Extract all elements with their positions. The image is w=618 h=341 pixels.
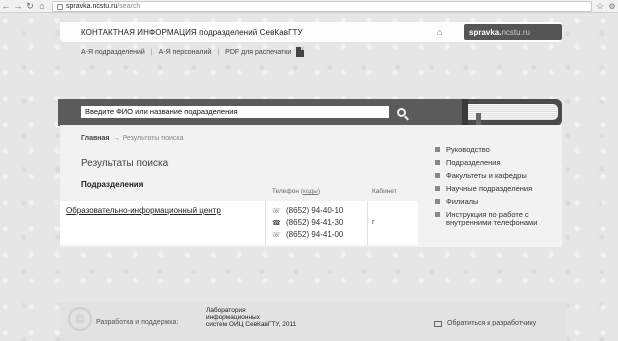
phone-column-header: Телефон (коды) (272, 188, 320, 195)
home-icon[interactable]: ⌂ (36, 0, 48, 12)
department-link[interactable]: Образовательно-информационный центр (66, 206, 221, 215)
address-bar[interactable]: spravka.ncstu.ru /search (52, 1, 592, 12)
breadcrumb-home[interactable]: Главная (81, 135, 109, 142)
sidebar-item-research[interactable]: Научные подразделения (435, 185, 565, 193)
phone-header-label: Телефон (272, 188, 299, 195)
phone-row: ☏ (8652) 94-40-10 (272, 206, 343, 215)
wrench-icon[interactable]: ⚙ (606, 0, 618, 13)
url-host: spravka.ncstu.ru (66, 3, 118, 10)
mail-icon (434, 320, 442, 327)
sidebar-item-faculties[interactable]: Факультеты и кафедры (435, 172, 565, 180)
book-spine (462, 99, 468, 126)
pdf-icon[interactable] (296, 47, 305, 57)
separator: | (217, 48, 220, 56)
phone-icon: ☏ (272, 231, 281, 239)
browser-toolbar: ← → ↻ ⌂ spravka.ncstu.ru /search ☆ ⚙ (0, 0, 618, 13)
phone-number: (8652) 94-40-10 (286, 206, 344, 215)
contact-label: Обратиться к разработчику (447, 320, 537, 327)
site-header: КОНТАКТНАЯ ИНФОРМАЦИЯ подразделений СевК… (60, 22, 562, 42)
phone-number: (8652) 94-41-00 (286, 230, 344, 239)
sidebar-item-phone-instructions[interactable]: Инструкция по работе с внутренними телеф… (435, 211, 565, 227)
phone-row: ☏ (8652) 94-41-00 (272, 230, 343, 239)
section-title: Подразделения (81, 180, 144, 189)
sidebar-item-branches[interactable]: Филиалы (435, 198, 565, 206)
back-icon[interactable]: ← (0, 0, 12, 12)
codes-link[interactable]: коды (303, 188, 318, 195)
phone-row: ☎ (8652) 94-41-30 (272, 218, 343, 227)
link-a-z-persons[interactable]: А-Я персоналий (159, 49, 212, 56)
link-a-z-departments[interactable]: А-Я подразделений (81, 49, 145, 56)
cabinet-value: г (372, 219, 375, 226)
copyright-icon: © (68, 307, 92, 331)
column-divider (367, 201, 368, 245)
site-title: КОНТАКТНАЯ ИНФОРМАЦИЯ подразделений СевК… (81, 28, 303, 37)
separator: | (150, 48, 153, 56)
sidebar-item-departments[interactable]: Подразделения (435, 159, 565, 167)
logo-end: ru (522, 27, 530, 37)
home-link-icon[interactable]: ⌂ (437, 27, 447, 37)
page-icon (57, 3, 63, 10)
sidebar-item-leadership[interactable]: Руководство (435, 146, 565, 154)
header-links: А-Я подразделений | А-Я персоналий | PDF… (81, 47, 305, 57)
search-icon (396, 107, 406, 117)
phone-number: (8652) 94-41-30 (286, 218, 344, 227)
star-icon[interactable]: ☆ (594, 0, 606, 13)
lab-line-1: Лаборатория (206, 307, 246, 314)
column-divider (265, 201, 266, 245)
lab-line-2: информационных (206, 314, 260, 321)
forward-icon[interactable]: → (12, 0, 24, 12)
footer-dev-label: Разработка и поддержка: (96, 319, 179, 326)
cabinet-column-header: Кабинет (372, 188, 397, 195)
reload-icon[interactable]: ↻ (24, 0, 36, 12)
site-logo[interactable]: spravka. ncstu. ru (464, 24, 562, 40)
page-title: Результаты поиска (81, 158, 169, 169)
lab-line-3: систем ОИЦ СевКавГТУ, 2011 (206, 321, 297, 328)
search-input[interactable]: Введите ФИО или название подразделения (81, 106, 389, 118)
link-pdf[interactable]: PDF для распечатки (225, 49, 291, 56)
url-path: /search (117, 3, 141, 10)
sidebar-menu: Руководство Подразделения Факультеты и к… (435, 146, 565, 232)
contact-developer-link[interactable]: Обратиться к разработчику (434, 320, 536, 327)
logo-bold: spravka. (469, 27, 502, 37)
breadcrumb: Главная → Результаты поиска (81, 135, 183, 142)
breadcrumb-current: Результаты поиска (122, 135, 184, 142)
breadcrumb-arrow: → (112, 135, 120, 142)
search-bar: Введите ФИО или название подразделения (58, 99, 468, 126)
phone-icon: ☏ (272, 207, 281, 215)
logo-light: ncstu. (501, 27, 523, 37)
fax-icon: ☎ (272, 219, 281, 227)
search-button[interactable] (392, 103, 410, 121)
footer-lab: Лаборатория информационных систем ОИЦ Се… (206, 307, 296, 328)
